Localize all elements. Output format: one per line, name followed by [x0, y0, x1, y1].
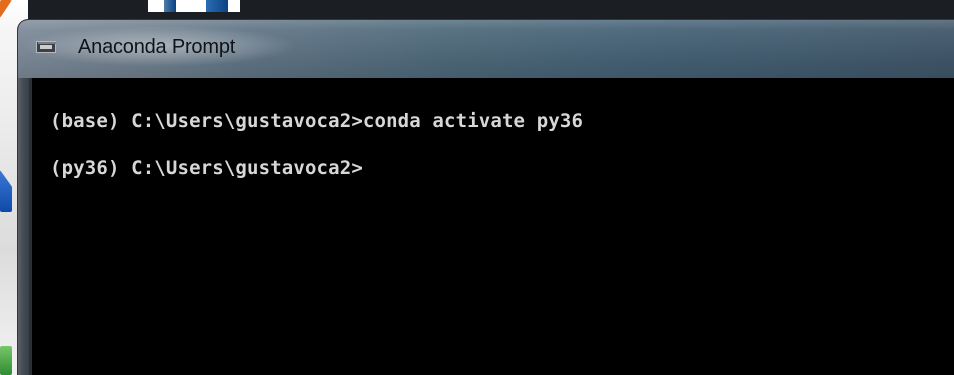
console-icon: [36, 41, 56, 53]
console-output[interactable]: (base) C:\Users\gustavoca2>conda activat…: [32, 78, 954, 375]
window-title: Anaconda Prompt: [78, 36, 236, 58]
console-line-1: (base) C:\Users\gustavoca2>conda activat…: [50, 110, 584, 132]
window-titlebar[interactable]: Anaconda Prompt: [18, 20, 954, 79]
anaconda-prompt-window[interactable]: Anaconda Prompt (base) C:\Users\gustavoc…: [18, 20, 954, 375]
console-line-2: (py36) C:\Users\gustavoca2>: [50, 157, 363, 179]
desktop-icon-fragment: [148, 0, 240, 12]
desktop-green-shape: [0, 346, 12, 375]
